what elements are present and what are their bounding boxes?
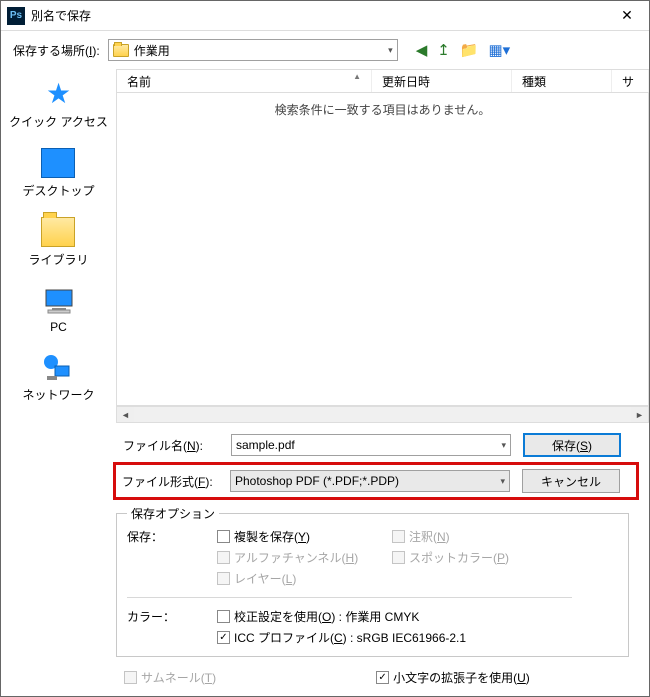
save-options-legend: 保存オプション bbox=[127, 505, 219, 522]
back-icon[interactable]: ◀ bbox=[416, 41, 428, 59]
location-select[interactable]: 作業用 ▾ bbox=[108, 39, 398, 61]
view-menu-icon[interactable]: ▦▾ bbox=[489, 41, 511, 59]
cancel-button[interactable]: キャンセル bbox=[522, 469, 620, 493]
checkbox-icon bbox=[217, 530, 230, 543]
checkbox-icon bbox=[217, 551, 230, 564]
format-select[interactable]: Photoshop PDF (*.PDF;*.PDP) ▾ bbox=[230, 470, 510, 492]
col-date[interactable]: 更新日時 bbox=[372, 70, 512, 92]
network-icon bbox=[41, 352, 75, 382]
new-folder-icon[interactable]: 📁 bbox=[460, 41, 479, 59]
desktop-icon bbox=[41, 148, 75, 178]
location-value: 作業用 bbox=[134, 42, 170, 59]
close-button[interactable]: ✕ bbox=[605, 1, 649, 31]
location-label: 保存する場所(I): bbox=[13, 42, 100, 59]
pc-icon bbox=[42, 286, 76, 316]
filename-row: ファイル名(N): sample.pdf ▾ 保存(S) bbox=[116, 433, 639, 457]
checkbox-checked-icon: ✓ bbox=[376, 671, 389, 684]
up-icon[interactable]: ↥ bbox=[437, 41, 450, 59]
place-desktop[interactable]: デスクトップ bbox=[22, 148, 94, 199]
location-row: 保存する場所(I): 作業用 ▾ ◀ ↥ 📁 ▦▾ bbox=[1, 31, 649, 69]
notes-checkbox: 注釈(N) bbox=[392, 528, 572, 545]
col-name[interactable]: 名前 ▲ bbox=[117, 70, 372, 92]
format-row: ファイル形式(F): Photoshop PDF (*.PDF;*.PDP) ▾… bbox=[113, 462, 639, 500]
save-sublabel: 保存： bbox=[127, 528, 217, 545]
filename-label: ファイル名(N): bbox=[119, 437, 219, 454]
sort-asc-icon: ▲ bbox=[353, 72, 361, 81]
chevron-down-icon: ▾ bbox=[501, 440, 506, 451]
thumbnail-checkbox: サムネール(T) bbox=[116, 669, 216, 686]
footer-row: サムネール(T) ✓小文字の拡張子を使用(U) bbox=[116, 665, 649, 696]
chevron-down-icon: ▾ bbox=[388, 45, 393, 56]
col-kind[interactable]: 種類 bbox=[512, 70, 612, 92]
col-size[interactable]: サ bbox=[612, 70, 649, 92]
window-title: 別名で保存 bbox=[31, 7, 605, 24]
folder-icon bbox=[113, 44, 129, 57]
checkbox-icon bbox=[124, 671, 137, 684]
place-pc[interactable]: PC bbox=[42, 286, 76, 334]
save-button[interactable]: 保存(S) bbox=[523, 433, 621, 457]
checkbox-icon bbox=[392, 530, 405, 543]
file-list-header: 名前 ▲ 更新日時 種類 サ bbox=[116, 69, 649, 93]
places-bar: ★ クイック アクセス デスクトップ ライブラリ PC bbox=[1, 69, 116, 696]
filename-input[interactable]: sample.pdf ▾ bbox=[231, 434, 511, 456]
checkbox-icon bbox=[217, 610, 230, 623]
scroll-track[interactable] bbox=[134, 407, 631, 422]
file-list[interactable]: 検索条件に一致する項目はありません。 bbox=[116, 93, 649, 406]
scroll-left-button[interactable]: ◄ bbox=[117, 407, 134, 422]
place-quick-access[interactable]: ★ クイック アクセス bbox=[9, 79, 108, 130]
empty-message: 検索条件に一致する項目はありません。 bbox=[275, 103, 491, 117]
nav-icons: ◀ ↥ 📁 ▦▾ bbox=[416, 41, 511, 59]
star-icon: ★ bbox=[42, 79, 76, 109]
spot-checkbox: スポットカラー(P) bbox=[392, 549, 572, 566]
proof-checkbox[interactable]: 校正設定を使用(O) : 作業用 CMYK bbox=[217, 608, 572, 625]
place-network[interactable]: ネットワーク bbox=[22, 352, 94, 403]
format-label: ファイル形式(F): bbox=[118, 473, 218, 490]
h-scrollbar[interactable]: ◄ ► bbox=[116, 406, 649, 423]
save-as-dialog: Ps 別名で保存 ✕ 保存する場所(I): 作業用 ▾ ◀ ↥ 📁 ▦▾ ★ ク… bbox=[0, 0, 650, 697]
save-options-group: 保存オプション 保存： 複製を保存(Y) 注釈(N) アルファチャンネル(H) … bbox=[116, 505, 629, 657]
checkbox-icon bbox=[392, 551, 405, 564]
icc-checkbox[interactable]: ✓ICC プロファイル(C) : sRGB IEC61966-2.1 bbox=[217, 629, 572, 646]
app-icon: Ps bbox=[7, 7, 25, 25]
place-library[interactable]: ライブラリ bbox=[28, 217, 88, 268]
scroll-right-button[interactable]: ► bbox=[631, 407, 648, 422]
lowercase-ext-checkbox[interactable]: ✓小文字の拡張子を使用(U) bbox=[376, 669, 530, 686]
checkbox-icon bbox=[217, 572, 230, 585]
library-icon bbox=[41, 217, 75, 247]
layer-checkbox: レイヤー(L) bbox=[217, 570, 392, 587]
checkbox-checked-icon: ✓ bbox=[217, 631, 230, 644]
color-sublabel: カラー： bbox=[127, 608, 217, 625]
chevron-down-icon: ▾ bbox=[500, 476, 505, 487]
alpha-checkbox: アルファチャンネル(H) bbox=[217, 549, 392, 566]
titlebar: Ps 別名で保存 ✕ bbox=[1, 1, 649, 31]
copy-checkbox[interactable]: 複製を保存(Y) bbox=[217, 528, 392, 545]
